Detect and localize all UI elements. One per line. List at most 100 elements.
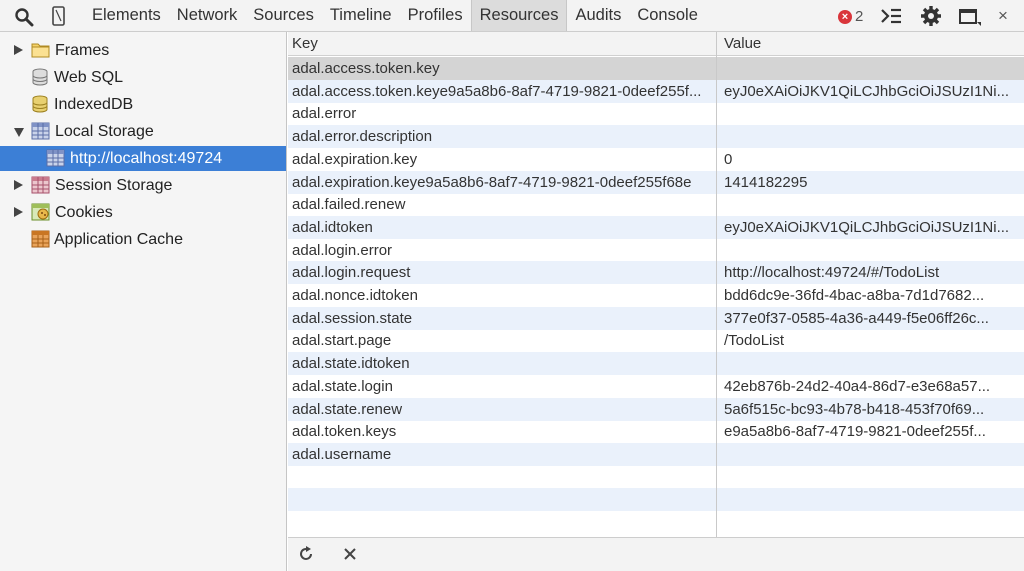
table-row[interactable]: adal.login.request http://localhost:49724…: [288, 261, 1024, 285]
device-mode-icon[interactable]: [51, 6, 67, 26]
key-cell[interactable]: adal.error: [292, 102, 712, 125]
key-cell[interactable]: adal.error.description: [292, 125, 712, 148]
table-row[interactable]: adal.expiration.keye9a5a8b6-8af7-4719-98…: [288, 170, 1024, 194]
table-row[interactable]: [288, 488, 1024, 512]
value-cell[interactable]: eyJ0eXAiOiJKV1QiLCJhbGciOiJSUzI1Ni...: [724, 216, 1020, 239]
key-cell[interactable]: adal.idtoken: [292, 216, 712, 239]
storage-grid-icon: [46, 149, 65, 167]
table-row[interactable]: adal.state.idtoken: [288, 352, 1024, 376]
tab-network[interactable]: Network: [169, 0, 246, 31]
key-cell[interactable]: adal.expiration.keye9a5a8b6-8af7-4719-98…: [292, 171, 712, 194]
close-icon[interactable]: [342, 546, 358, 562]
key-cell[interactable]: adal.username: [292, 443, 712, 466]
value-cell[interactable]: 5a6f515c-bc93-4b78-b418-453f70f69...: [724, 398, 1020, 421]
database-icon: [32, 68, 48, 86]
value-cell[interactable]: 377e0f37-0585-4a36-a449-f5e06ff26c...: [724, 307, 1020, 330]
storage-toolbar: [288, 537, 1024, 571]
storage-grid-icon: [31, 176, 50, 194]
tab-sources[interactable]: Sources: [245, 0, 322, 31]
refresh-icon[interactable]: [297, 545, 315, 563]
sidebar-item-application-cache[interactable]: Application Cache: [0, 227, 286, 252]
tab-timeline[interactable]: Timeline: [322, 0, 400, 31]
key-cell[interactable]: adal.failed.renew: [292, 193, 712, 216]
table-row[interactable]: adal.start.page/TodoList: [288, 329, 1024, 352]
column-header-value[interactable]: Value: [724, 32, 761, 56]
expand-arrow-icon[interactable]: [14, 180, 23, 190]
key-cell[interactable]: adal.access.token.key: [292, 57, 712, 80]
value-cell[interactable]: e9a5a8b6-8af7-4719-9821-0deef255f...: [724, 420, 1020, 443]
value-cell[interactable]: 1414182295: [724, 171, 1020, 194]
table-row[interactable]: adal.state.login 42eb876b-24d2-40a4-86d7-…: [288, 375, 1024, 398]
collapse-arrow-icon[interactable]: [14, 128, 24, 137]
key-cell[interactable]: adal.state.login: [292, 375, 712, 398]
tab-profiles[interactable]: Profiles: [400, 0, 471, 31]
column-divider[interactable]: [716, 32, 717, 537]
key-cell[interactable]: adal.expiration.key: [292, 148, 712, 171]
cookie-icon: [31, 203, 50, 221]
sidebar-item-label: Frames: [55, 42, 110, 59]
table-row[interactable]: adal.login.error: [288, 239, 1024, 262]
dock-side-icon[interactable]: [958, 6, 982, 28]
value-cell[interactable]: 0: [724, 148, 1020, 171]
tab-console[interactable]: Console: [629, 0, 706, 31]
sidebar-item-label: http://localhost:49724: [70, 150, 223, 167]
gear-icon[interactable]: [920, 5, 942, 27]
expand-arrow-icon[interactable]: [14, 45, 23, 55]
value-cell[interactable]: /TodoList: [724, 329, 1020, 352]
table-row[interactable]: adal.token.keys e9a5a8b6-8af7-4719-9821-0…: [288, 420, 1024, 443]
close-icon[interactable]: ×: [998, 6, 1008, 26]
key-cell[interactable]: adal.session.state: [292, 307, 712, 330]
sidebar-item-local-storage[interactable]: Local Storage: [0, 119, 286, 144]
table-row[interactable]: adal.idtoken eyJ0eXAiOiJKV1QiLCJhbGciOiJS…: [288, 215, 1024, 239]
sidebar-item-frames[interactable]: Frames: [0, 38, 286, 63]
tab-resources[interactable]: Resources: [470, 0, 568, 31]
table-row[interactable]: adal.username: [288, 442, 1024, 466]
local-storage-table[interactable]: Key Value adal.access.token.key adal.acce…: [288, 32, 1024, 537]
table-row[interactable]: adal.session.state 377e0f37-0585-4a36-a44…: [288, 306, 1024, 330]
sidebar-item-local-storage-origin[interactable]: http://localhost:49724: [0, 146, 286, 171]
key-cell[interactable]: adal.login.request: [292, 261, 712, 284]
value-cell[interactable]: 42eb876b-24d2-40a4-86d7-e3e68a57...: [724, 375, 1020, 398]
key-cell[interactable]: adal.access.token.keye9a5a8b6-8af7-4719-…: [292, 80, 712, 103]
table-row[interactable]: adal.error: [288, 102, 1024, 125]
sidebar-item-label: Cookies: [55, 204, 113, 221]
table-row[interactable]: adal.failed.renew: [288, 193, 1024, 216]
devtools-toolbar: Elements Network Sources Timeline Profil…: [0, 0, 1024, 32]
table-row[interactable]: adal.access.token.keye9a5a8b6-8af7-4719-…: [288, 79, 1024, 103]
value-cell[interactable]: http://localhost:49724/#/TodoList: [724, 261, 1020, 284]
sidebar-item-label: Web SQL: [54, 69, 124, 86]
table-row[interactable]: adal.nonce.idtoken bdd6dc9e-36fd-4bac-a8b…: [288, 284, 1024, 307]
sidebar-item-cookies[interactable]: Cookies: [0, 200, 286, 225]
sidebar-item-web-sql[interactable]: Web SQL: [0, 65, 286, 90]
key-cell[interactable]: adal.nonce.idtoken: [292, 284, 712, 307]
key-cell[interactable]: adal.token.keys: [292, 420, 712, 443]
key-cell[interactable]: adal.state.idtoken: [292, 352, 712, 375]
resources-sidebar: Frames Web SQL IndexedDB Local Storage h…: [0, 32, 287, 571]
tab-audits[interactable]: Audits: [567, 0, 629, 31]
table-row[interactable]: adal.expiration.key 0: [288, 148, 1024, 171]
application-cache-icon: [31, 230, 50, 248]
search-icon[interactable]: [14, 7, 34, 27]
value-cell[interactable]: eyJ0eXAiOiJKV1QiLCJhbGciOiJSUzI1Ni...: [724, 80, 1020, 103]
table-row[interactable]: [288, 511, 1024, 534]
error-counter[interactable]: × 2: [838, 8, 863, 25]
table-row[interactable]: [288, 466, 1024, 489]
table-row[interactable]: adal.state.renew 5a6f515c-bc93-4b78-b418-…: [288, 397, 1024, 421]
folder-icon: [31, 43, 50, 58]
key-cell[interactable]: adal.state.renew: [292, 398, 712, 421]
console-drawer-icon[interactable]: [880, 7, 902, 25]
table-row[interactable]: adal.error.description: [288, 125, 1024, 149]
column-header-key[interactable]: Key: [292, 32, 318, 56]
sidebar-item-label: IndexedDB: [54, 96, 134, 113]
sidebar-item-indexeddb[interactable]: IndexedDB: [0, 92, 286, 117]
tab-elements[interactable]: Elements: [84, 0, 169, 31]
sidebar-item-session-storage[interactable]: Session Storage: [0, 173, 286, 198]
sidebar-item-label: Session Storage: [55, 177, 173, 194]
error-count: 2: [855, 8, 864, 25]
expand-arrow-icon[interactable]: [14, 207, 23, 217]
key-cell[interactable]: adal.start.page: [292, 329, 712, 352]
table-row[interactable]: adal.access.token.key: [288, 57, 1024, 80]
key-cell[interactable]: adal.login.error: [292, 239, 712, 262]
value-cell[interactable]: bdd6dc9e-36fd-4bac-a8ba-7d1d7682...: [724, 284, 1020, 307]
error-icon: ×: [838, 9, 852, 24]
